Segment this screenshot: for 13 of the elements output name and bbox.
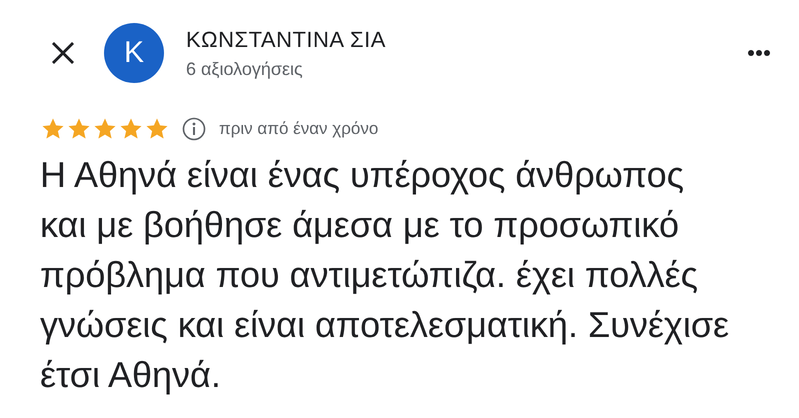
info-icon[interactable]: [182, 117, 206, 141]
star-icon: [40, 117, 66, 141]
reviewer-name[interactable]: ΚΩΝΣΤΑΝΤΙΝΑ ΣΙΑ: [186, 26, 747, 52]
review-count: 6 αξιολογήσεις: [186, 58, 304, 80]
review-text: Η Αθηνά είναι ένας υπέροχος άνθρωπος και με βοήθησε άμεσα με το προσωπικό πρόβλημα που αντιμετώπιζα. έχει πολλές γνώσεις και είναι αποτελεσματική. Συνέχισε έτσι Αθηνά.: [40, 153, 730, 397]
review-time: πριν από έναν χρόνο: [219, 119, 378, 139]
close-icon[interactable]: [50, 40, 76, 66]
avatar: K: [104, 23, 164, 83]
star-icon: [118, 117, 144, 141]
star-icon: [66, 117, 92, 141]
more-icon[interactable]: [747, 49, 771, 57]
star-icon: [92, 117, 118, 141]
star-icon: [144, 117, 170, 141]
